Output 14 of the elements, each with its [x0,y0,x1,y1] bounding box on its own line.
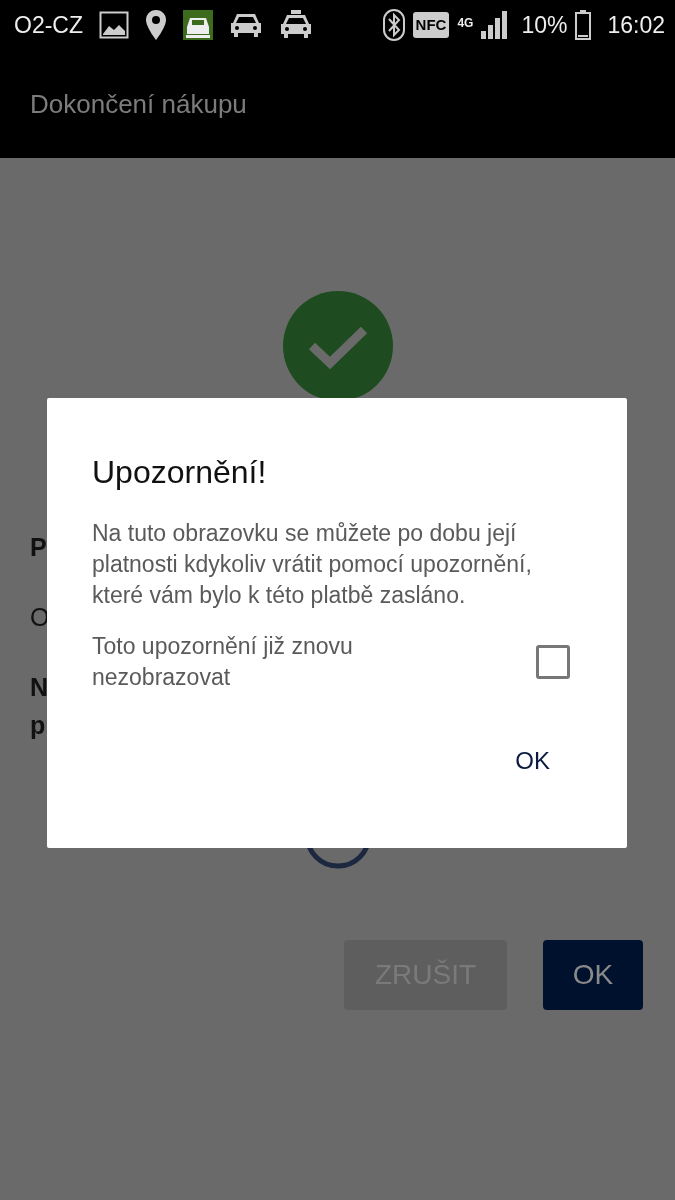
ok-button[interactable]: OK [543,940,643,1010]
screen-title: Dokončení nákupu [30,87,247,121]
network-type: 4G [457,14,474,32]
dialog-ok-button[interactable]: OK [503,737,562,785]
background-text: P [30,533,47,561]
clock: 16:02 [607,10,665,40]
dialog-message: Na tuto obrazovku se můžete po dobu její platnosti kdykoliv vrátit pomocí upozornění, které vám bylo k této platbě zasláno. [92,519,533,610]
checkbox-label: Toto upozornění již znovu nezobrazovat [92,632,354,692]
carrier-name: O2-CZ [14,10,83,40]
battery-percent: 10% [521,10,568,40]
background-text: N [30,673,49,701]
dialog-title: Upozornění! [92,453,268,492]
nfc-icon: NFC [412,11,450,39]
background-text: p [30,711,46,739]
